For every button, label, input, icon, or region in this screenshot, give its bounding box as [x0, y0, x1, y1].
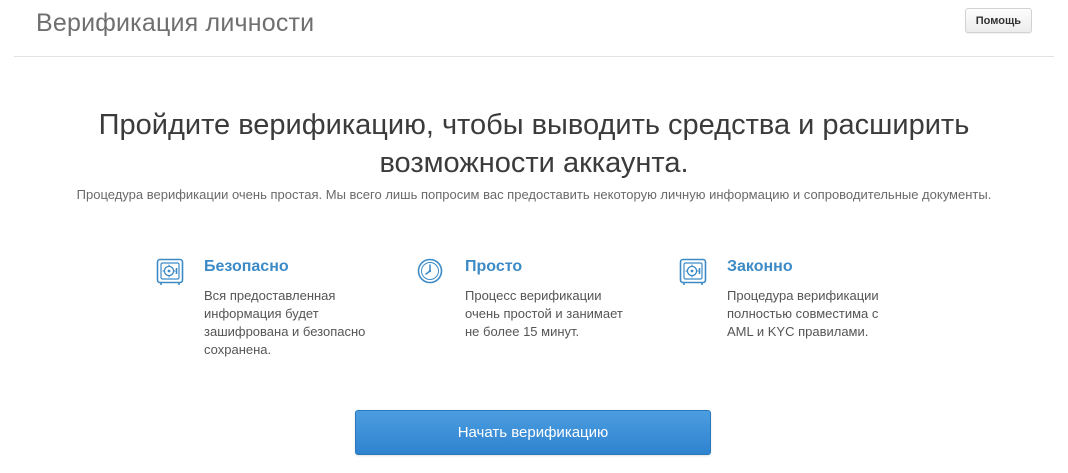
hero-headline-line-1: Пройдите верификацию, чтобы выводить сре…	[98, 109, 970, 141]
feature-description-line: сохранена.	[204, 342, 272, 357]
feature-description-line: Вся предоставленная	[204, 288, 336, 303]
page-title: Верификация личности	[36, 9, 315, 37]
feature-description-line: зашифрована и безопасно	[204, 324, 366, 339]
hero-headline: Пройдите верификацию, чтобы выводить сре…	[0, 106, 1068, 182]
feature-description-line: очень простой и занимает	[465, 306, 623, 321]
safe-icon	[155, 257, 185, 287]
feature-description-line: AML и KYC правилами.	[727, 324, 869, 339]
safe-icon	[678, 257, 708, 287]
feature-title: Просто	[465, 258, 523, 275]
clock-icon	[416, 257, 446, 287]
feature-description-line: информация будет	[204, 306, 319, 321]
feature-description: Процесс верификации очень простой и зани…	[465, 287, 655, 341]
feature-title: Законно	[727, 258, 793, 275]
hero-intro: Процедура верификации очень простая. Мы …	[76, 187, 992, 202]
page-header: Верификация личности Помощь	[14, 0, 1054, 57]
hero-headline-line-2: возможности аккаунта.	[379, 147, 689, 179]
verification-page: Верификация личности Помощь Пройдите вер…	[0, 0, 1068, 473]
feature-title: Безопасно	[204, 258, 289, 275]
feature-description: Вся предоставленная информация будет заш…	[204, 287, 394, 359]
feature-description: Процедура верификации полностью совмести…	[727, 287, 917, 341]
feature-description-line: Процедура верификации	[727, 288, 879, 303]
help-button[interactable]: Помощь	[964, 8, 1032, 33]
start-verification-button[interactable]: Начать верификацию	[355, 410, 711, 455]
feature-description-line: не более 15 минут.	[465, 324, 580, 339]
feature-description-line: Процесс верификации	[465, 288, 602, 303]
feature-description-line: полностью совместима с	[727, 306, 879, 321]
